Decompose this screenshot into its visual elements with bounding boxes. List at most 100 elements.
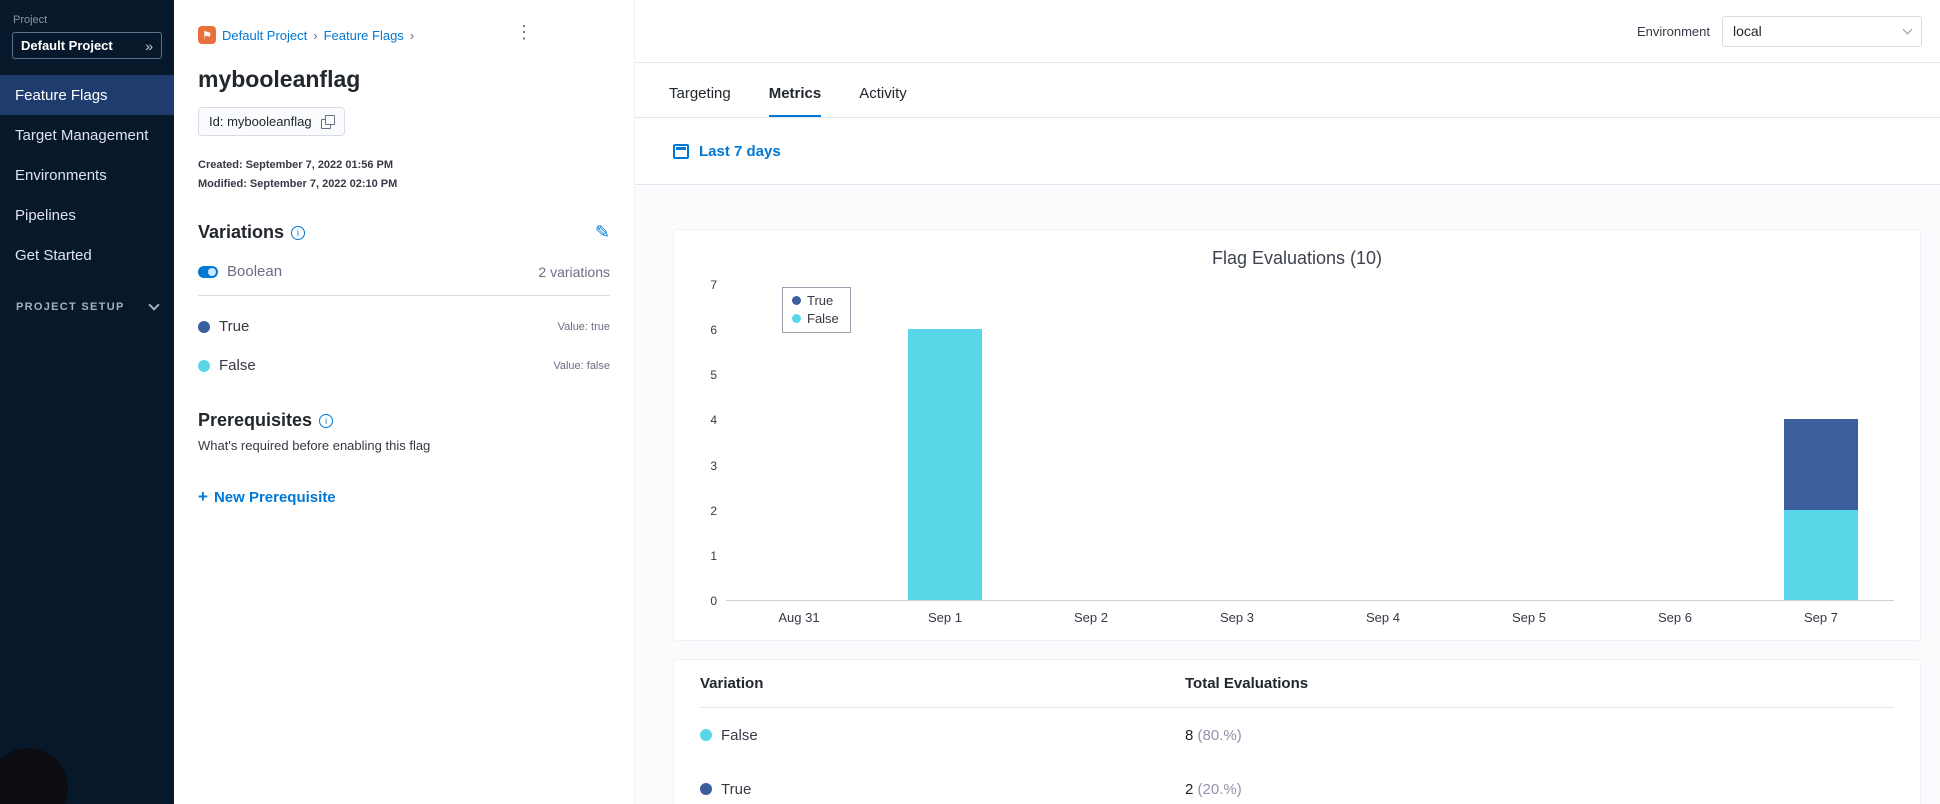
flag-evaluations-card: Flag Evaluations (10) 0 1 2 3 4 5 6 7 True False… (673, 229, 1921, 641)
y-tick-label: 5 (710, 368, 717, 383)
breadcrumb-separator: › (313, 27, 318, 43)
table-header-total: Total Evaluations (1185, 675, 1309, 692)
chart-slot-sep-2 (1018, 285, 1164, 600)
chart-plot: True False (726, 285, 1894, 601)
sidebar-item-feature-flags[interactable]: Feature Flags (0, 75, 174, 115)
table-body: False 8 (80.%) True 2 (20.%) (700, 708, 1894, 804)
variation-color-dot (700, 729, 712, 741)
x-tick-label: Sep 7 (1804, 610, 1838, 625)
bar-segment-false (1784, 509, 1858, 600)
breadcrumb: ⚑ Default Project › Feature Flags › (198, 26, 610, 44)
variation-color-dot (700, 783, 712, 795)
calendar-icon (673, 143, 689, 159)
total-percent: (20.%) (1197, 780, 1242, 798)
tab-bar: Targeting Metrics Activity (635, 63, 1940, 118)
variation-type-row: Boolean 2 variations (198, 263, 610, 296)
chart-slot-sep-1 (872, 285, 1018, 600)
prerequisites-header: Prerequisites (198, 410, 610, 431)
copy-icon[interactable] (320, 115, 335, 129)
total-count: 2 (1185, 780, 1198, 798)
sidebar-item-pipelines[interactable]: Pipelines (0, 195, 174, 235)
chart-slot-sep-3 (1164, 285, 1310, 600)
chart-y-axis: 0 1 2 3 4 5 6 7 (700, 278, 726, 608)
y-tick-label: 4 (710, 413, 717, 428)
bar-segment-false (908, 329, 982, 600)
chart-body: 0 1 2 3 4 5 6 7 True False Aug 31 Sep 1 Sep 2 Sep 3… (700, 278, 1894, 625)
info-icon[interactable] (319, 413, 334, 428)
environment-label: Environment (1637, 23, 1710, 39)
flag-title: mybooleanflag (198, 66, 361, 92)
environment-value: local (1733, 23, 1762, 39)
chart-plot-wrap: True False Aug 31 Sep 1 Sep 2 Sep 3 Sep 4 Sep … (726, 285, 1894, 625)
metrics-content: Flag Evaluations (10) 0 1 2 3 4 5 6 7 True False… (635, 186, 1940, 804)
x-tick-label: Sep 6 (1658, 610, 1692, 625)
project-setup-label: PROJECT SETUP (16, 301, 125, 313)
variation-name: True (721, 780, 752, 798)
table-row-false: False 8 (80.%) (700, 708, 1894, 762)
table-row-true: True 2 (20.%) (700, 762, 1894, 804)
breadcrumb-separator: › (409, 27, 415, 43)
sidebar-item-environments[interactable]: Environments (0, 155, 174, 195)
x-tick-label: Sep 4 (1366, 610, 1400, 625)
variation-count: 2 variations (538, 263, 610, 280)
kebab-menu-icon[interactable] (514, 22, 534, 43)
variations-title: Variations (198, 222, 285, 242)
variation-value: Value: false (553, 359, 610, 372)
prerequisites-description: What's required before enabling this fla… (198, 438, 431, 453)
variation-color-dot (198, 320, 210, 333)
chart-legend: True False (782, 287, 851, 333)
x-tick-label: Aug 31 (778, 610, 820, 625)
chart-slot-sep-4 (1310, 285, 1456, 600)
total-count: 8 (1185, 726, 1198, 744)
legend-item-false: False (792, 311, 839, 326)
project-selector[interactable]: Default Project (12, 32, 162, 59)
flag-created: Created: September 7, 2022 01:56 PM (198, 159, 394, 171)
main-area: Environment local Targeting Metrics Activi… (635, 0, 1940, 804)
date-range-button[interactable]: Last 7 days (699, 143, 781, 160)
y-tick-label: 2 (710, 503, 717, 518)
bar-segment-true (1784, 419, 1858, 510)
table-cell-total: 8 (80.%) (1185, 727, 1894, 744)
legend-dot (792, 314, 801, 323)
chart-slot-sep-7 (1748, 285, 1894, 600)
chart-title: Flag Evaluations (10) (1211, 248, 1383, 268)
breadcrumb-project-link[interactable]: Default Project (222, 28, 307, 43)
flag-id-chip: Id: mybooleanflag (198, 107, 345, 136)
flag-detail-panel: ⚑ Default Project › Feature Flags › mybo… (174, 0, 635, 804)
edit-variations-icon[interactable] (595, 222, 610, 243)
info-icon[interactable] (291, 225, 306, 240)
table-header-variation: Variation (700, 675, 764, 692)
variation-name: False (219, 357, 256, 374)
variation-row-true: True Value: true (198, 318, 610, 335)
x-tick-label: Sep 1 (928, 610, 962, 625)
sidebar-item-get-started[interactable]: Get Started (0, 235, 174, 275)
sidebar-item-target-management[interactable]: Target Management (0, 115, 174, 155)
environment-select[interactable]: local (1722, 15, 1922, 47)
project-label: Project (13, 14, 48, 26)
new-prerequisite-label: New Prerequisite (213, 488, 336, 506)
sidebar: Project Default Project Feature FlagsTar… (0, 0, 174, 804)
app-logo[interactable] (0, 748, 68, 804)
variation-list: True Value: true False Value: false (198, 318, 610, 374)
date-range-row: Last 7 days (635, 118, 1940, 185)
chart-slot-sep-6 (1602, 285, 1748, 600)
boolean-type-icon (198, 265, 218, 278)
tab-targeting[interactable]: Targeting (669, 85, 731, 117)
flag-module-icon: ⚑ (198, 26, 216, 44)
variation-name: False (721, 726, 758, 744)
top-header: Environment local (635, 0, 1940, 63)
flag-id-text: Id: mybooleanflag (209, 114, 312, 129)
variation-name: True (219, 318, 250, 335)
variation-value: Value: true (557, 320, 610, 333)
new-prerequisite-button[interactable]: New Prerequisite (198, 487, 336, 507)
chevron-down-icon (148, 299, 160, 311)
project-setup-toggle[interactable]: PROJECT SETUP (0, 299, 174, 313)
tab-activity[interactable]: Activity (859, 85, 907, 117)
legend-label: False (807, 311, 839, 326)
breadcrumb-section-link[interactable]: Feature Flags (324, 28, 404, 43)
tab-metrics[interactable]: Metrics (768, 85, 822, 117)
expand-icon (145, 38, 153, 54)
total-percent: (80.%) (1197, 726, 1242, 744)
y-tick-label: 1 (710, 548, 717, 563)
x-tick-label: Sep 3 (1220, 610, 1254, 625)
